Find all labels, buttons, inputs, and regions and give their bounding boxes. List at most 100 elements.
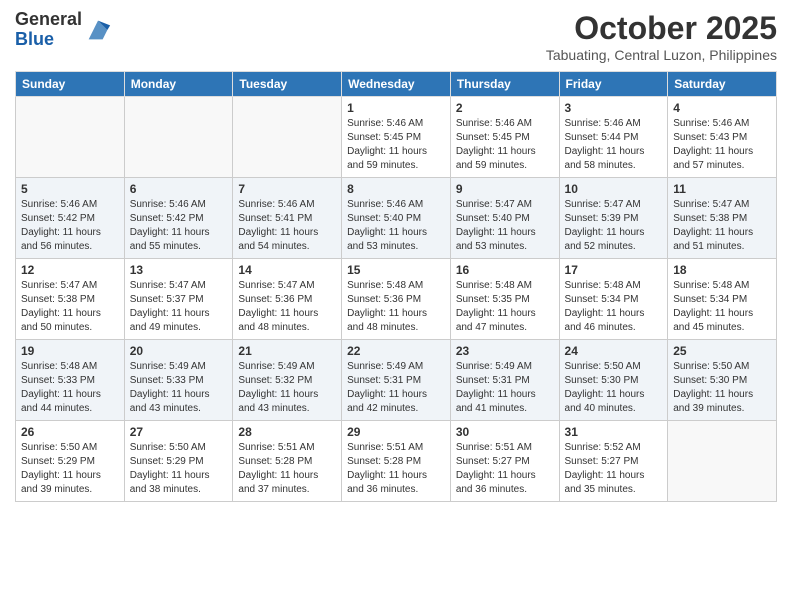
day-info: Sunrise: 5:46 AM Sunset: 5:42 PM Dayligh… (21, 198, 119, 254)
calendar-week-row: 19 Sunrise: 5:48 AM Sunset: 5:33 PM Dayli… (16, 340, 777, 421)
calendar-cell: 6 Sunrise: 5:46 AM Sunset: 5:42 PM Daylig… (124, 178, 233, 259)
day-info: Sunrise: 5:46 AM Sunset: 5:44 PM Dayligh… (565, 117, 663, 173)
day-number: 27 (130, 425, 228, 439)
day-info: Sunrise: 5:50 AM Sunset: 5:30 PM Dayligh… (673, 360, 771, 416)
logo-blue: Blue (15, 29, 54, 49)
logo-icon (84, 16, 112, 44)
logo: General Blue (15, 10, 112, 50)
day-number: 1 (347, 101, 445, 115)
calendar-cell: 23 Sunrise: 5:49 AM Sunset: 5:31 PM Dayli… (450, 340, 559, 421)
day-number: 13 (130, 263, 228, 277)
day-number: 21 (238, 344, 336, 358)
calendar-cell: 26 Sunrise: 5:50 AM Sunset: 5:29 PM Dayli… (16, 421, 125, 502)
month-title: October 2025 (546, 10, 777, 47)
weekday-header-sunday: Sunday (16, 72, 125, 97)
calendar-cell: 27Sunrise: 5:50 AM Sunset: 5:29 PM Dayli… (124, 421, 233, 502)
location-subtitle: Tabuating, Central Luzon, Philippines (546, 47, 777, 63)
day-number: 28 (238, 425, 336, 439)
day-info: Sunrise: 5:49 AM Sunset: 5:31 PM Dayligh… (456, 360, 554, 416)
day-info: Sunrise: 5:51 AM Sunset: 5:28 PM Dayligh… (347, 441, 445, 497)
calendar-cell (16, 97, 125, 178)
calendar-week-row: 12 Sunrise: 5:47 AM Sunset: 5:38 PM Dayli… (16, 259, 777, 340)
day-info: Sunrise: 5:46 AM Sunset: 5:42 PM Dayligh… (130, 198, 228, 254)
calendar-cell: 9Sunrise: 5:47 AM Sunset: 5:40 PM Daylig… (450, 178, 559, 259)
day-number: 20 (130, 344, 228, 358)
day-info: Sunrise: 5:48 AM Sunset: 5:34 PM Dayligh… (565, 279, 663, 335)
day-info: Sunrise: 5:48 AM Sunset: 5:33 PM Dayligh… (21, 360, 119, 416)
day-info: Sunrise: 5:50 AM Sunset: 5:29 PM Dayligh… (21, 441, 119, 497)
calendar-cell: 7 Sunrise: 5:46 AM Sunset: 5:41 PM Daylig… (233, 178, 342, 259)
day-number: 12 (21, 263, 119, 277)
day-info: Sunrise: 5:51 AM Sunset: 5:28 PM Dayligh… (238, 441, 336, 497)
day-number: 31 (565, 425, 663, 439)
calendar-cell: 15 Sunrise: 5:48 AM Sunset: 5:36 PM Dayli… (342, 259, 451, 340)
day-number: 6 (130, 182, 228, 196)
day-info: Sunrise: 5:47 AM Sunset: 5:39 PM Dayligh… (565, 198, 663, 254)
day-info: Sunrise: 5:46 AM Sunset: 5:41 PM Dayligh… (238, 198, 336, 254)
calendar-cell: 19 Sunrise: 5:48 AM Sunset: 5:33 PM Dayli… (16, 340, 125, 421)
weekday-header-tuesday: Tuesday (233, 72, 342, 97)
calendar-cell: 25 Sunrise: 5:50 AM Sunset: 5:30 PM Dayli… (668, 340, 777, 421)
day-number: 22 (347, 344, 445, 358)
day-number: 5 (21, 182, 119, 196)
day-number: 2 (456, 101, 554, 115)
day-number: 18 (673, 263, 771, 277)
day-number: 25 (673, 344, 771, 358)
calendar-week-row: 5 Sunrise: 5:46 AM Sunset: 5:42 PM Daylig… (16, 178, 777, 259)
title-block: October 2025 Tabuating, Central Luzon, P… (546, 10, 777, 63)
calendar-cell: 3Sunrise: 5:46 AM Sunset: 5:44 PM Daylig… (559, 97, 668, 178)
day-info: Sunrise: 5:51 AM Sunset: 5:27 PM Dayligh… (456, 441, 554, 497)
calendar-cell: 24Sunrise: 5:50 AM Sunset: 5:30 PM Dayli… (559, 340, 668, 421)
day-info: Sunrise: 5:49 AM Sunset: 5:33 PM Dayligh… (130, 360, 228, 416)
page-header: General Blue October 2025 Tabuating, Cen… (15, 10, 777, 63)
day-number: 26 (21, 425, 119, 439)
day-number: 7 (238, 182, 336, 196)
day-info: Sunrise: 5:46 AM Sunset: 5:45 PM Dayligh… (347, 117, 445, 173)
day-number: 19 (21, 344, 119, 358)
calendar-week-row: 1 Sunrise: 5:46 AM Sunset: 5:45 PM Daylig… (16, 97, 777, 178)
day-number: 15 (347, 263, 445, 277)
day-number: 17 (565, 263, 663, 277)
calendar-cell (124, 97, 233, 178)
day-number: 11 (673, 182, 771, 196)
logo-general: General (15, 9, 82, 29)
day-info: Sunrise: 5:48 AM Sunset: 5:35 PM Dayligh… (456, 279, 554, 335)
day-info: Sunrise: 5:52 AM Sunset: 5:27 PM Dayligh… (565, 441, 663, 497)
weekday-header-wednesday: Wednesday (342, 72, 451, 97)
calendar-cell: 12 Sunrise: 5:47 AM Sunset: 5:38 PM Dayli… (16, 259, 125, 340)
day-number: 29 (347, 425, 445, 439)
calendar-cell: 17 Sunrise: 5:48 AM Sunset: 5:34 PM Dayli… (559, 259, 668, 340)
calendar-cell (233, 97, 342, 178)
calendar-cell: 18 Sunrise: 5:48 AM Sunset: 5:34 PM Dayli… (668, 259, 777, 340)
calendar-cell: 13Sunrise: 5:47 AM Sunset: 5:37 PM Dayli… (124, 259, 233, 340)
calendar-cell: 2 Sunrise: 5:46 AM Sunset: 5:45 PM Daylig… (450, 97, 559, 178)
calendar-cell: 22Sunrise: 5:49 AM Sunset: 5:31 PM Dayli… (342, 340, 451, 421)
day-number: 24 (565, 344, 663, 358)
day-info: Sunrise: 5:47 AM Sunset: 5:38 PM Dayligh… (673, 198, 771, 254)
day-number: 23 (456, 344, 554, 358)
day-info: Sunrise: 5:46 AM Sunset: 5:40 PM Dayligh… (347, 198, 445, 254)
day-info: Sunrise: 5:47 AM Sunset: 5:38 PM Dayligh… (21, 279, 119, 335)
day-info: Sunrise: 5:46 AM Sunset: 5:45 PM Dayligh… (456, 117, 554, 173)
day-info: Sunrise: 5:49 AM Sunset: 5:32 PM Dayligh… (238, 360, 336, 416)
day-number: 8 (347, 182, 445, 196)
day-info: Sunrise: 5:47 AM Sunset: 5:36 PM Dayligh… (238, 279, 336, 335)
calendar-cell: 14 Sunrise: 5:47 AM Sunset: 5:36 PM Dayli… (233, 259, 342, 340)
calendar-cell: 10Sunrise: 5:47 AM Sunset: 5:39 PM Dayli… (559, 178, 668, 259)
calendar-cell: 20 Sunrise: 5:49 AM Sunset: 5:33 PM Dayli… (124, 340, 233, 421)
day-info: Sunrise: 5:48 AM Sunset: 5:36 PM Dayligh… (347, 279, 445, 335)
calendar-cell: 4Sunrise: 5:46 AM Sunset: 5:43 PM Daylig… (668, 97, 777, 178)
calendar-cell: 29 Sunrise: 5:51 AM Sunset: 5:28 PM Dayli… (342, 421, 451, 502)
day-info: Sunrise: 5:48 AM Sunset: 5:34 PM Dayligh… (673, 279, 771, 335)
calendar-cell: 21 Sunrise: 5:49 AM Sunset: 5:32 PM Dayli… (233, 340, 342, 421)
calendar-cell (668, 421, 777, 502)
day-number: 4 (673, 101, 771, 115)
day-number: 14 (238, 263, 336, 277)
day-number: 9 (456, 182, 554, 196)
calendar-cell: 16Sunrise: 5:48 AM Sunset: 5:35 PM Dayli… (450, 259, 559, 340)
calendar-cell: 1 Sunrise: 5:46 AM Sunset: 5:45 PM Daylig… (342, 97, 451, 178)
weekday-header-row: SundayMondayTuesdayWednesdayThursdayFrid… (16, 72, 777, 97)
day-number: 30 (456, 425, 554, 439)
calendar-cell: 31 Sunrise: 5:52 AM Sunset: 5:27 PM Dayli… (559, 421, 668, 502)
weekday-header-friday: Friday (559, 72, 668, 97)
